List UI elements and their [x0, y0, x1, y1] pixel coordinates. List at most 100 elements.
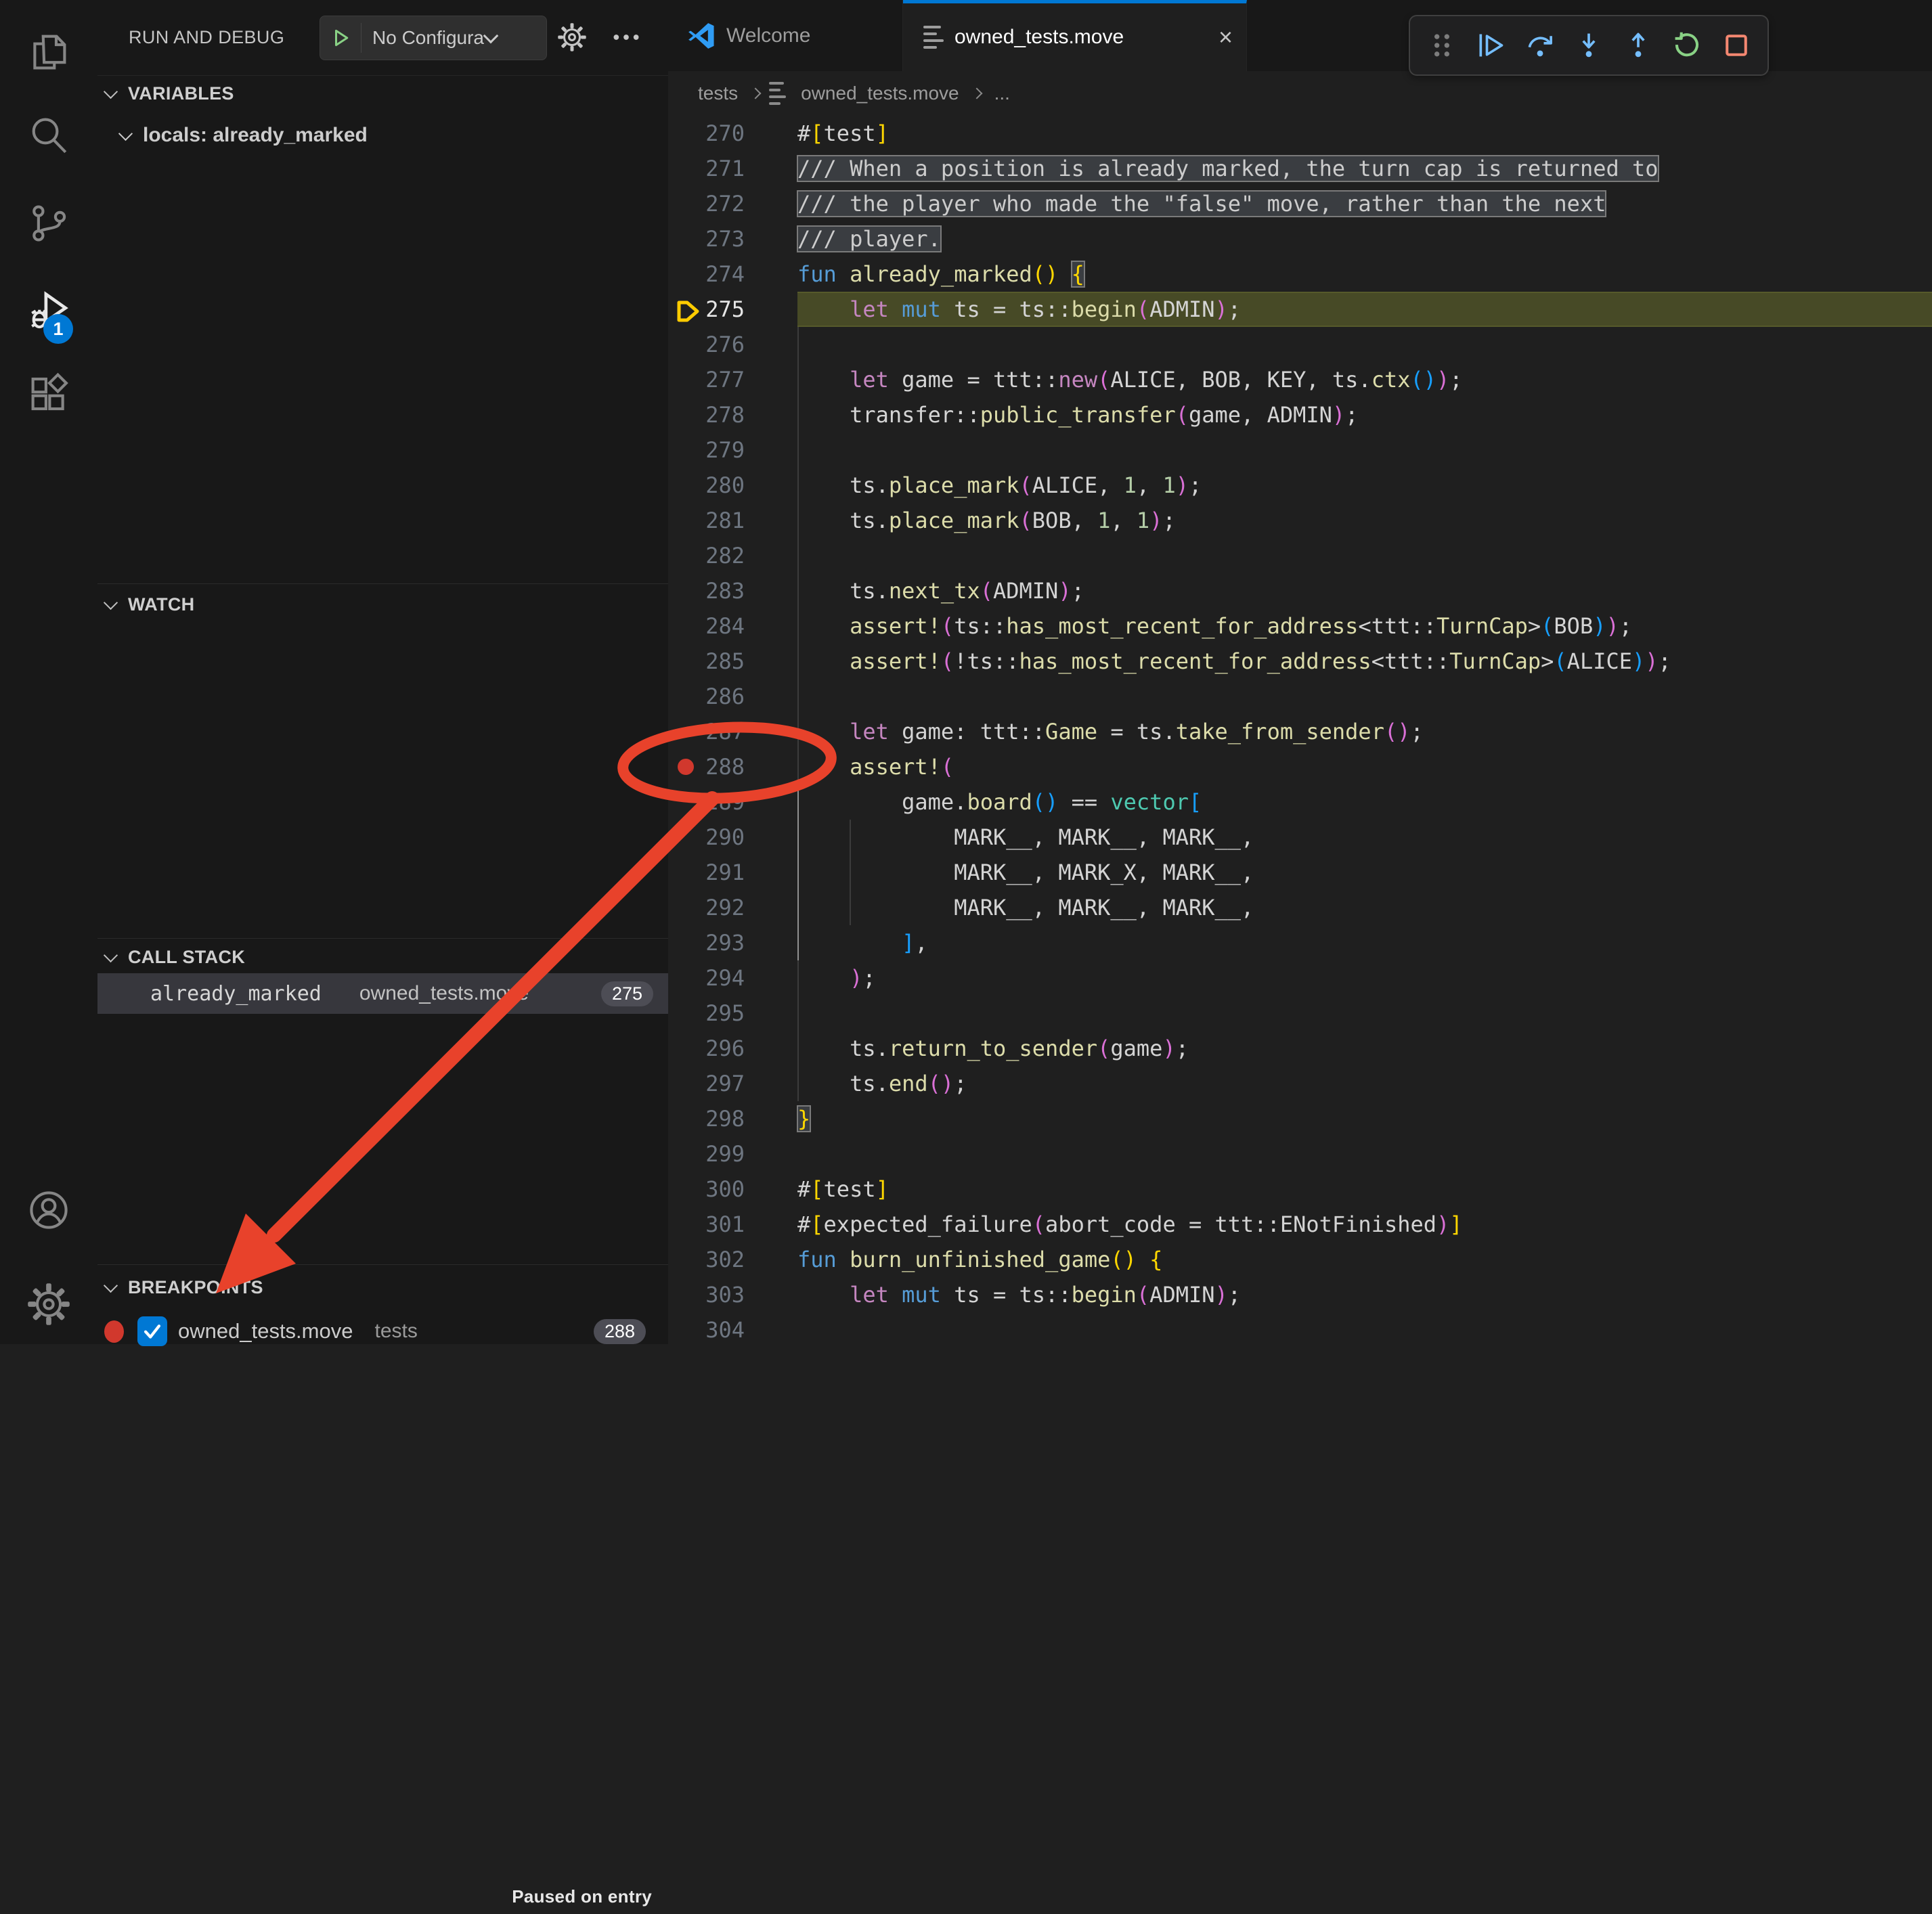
watch-section-header[interactable]: WATCH [97, 587, 668, 622]
gutter-287[interactable]: 287 [668, 714, 745, 749]
code-text-304[interactable] [745, 1312, 797, 1348]
gutter-304[interactable]: 304 [668, 1312, 745, 1348]
code-text-280[interactable]: ts.place_mark(ALICE, 1, 1); [745, 468, 1202, 503]
stop-icon[interactable] [1719, 28, 1754, 63]
gutter-289[interactable]: 289 [668, 784, 745, 820]
code-line-279[interactable]: 279 [668, 432, 1932, 468]
gutter-271[interactable]: 271 [668, 151, 745, 186]
code-text-298[interactable]: } [745, 1101, 810, 1136]
code-line-288[interactable]: 288 assert!( [668, 749, 1932, 784]
code-text-281[interactable]: ts.place_mark(BOB, 1, 1); [745, 503, 1176, 538]
toolbar-drag-grip[interactable] [1424, 28, 1459, 63]
code-text-295[interactable] [745, 996, 797, 1031]
code-text-294[interactable]: ); [745, 960, 876, 996]
gutter-297[interactable]: 297 [668, 1066, 745, 1101]
gutter-295[interactable]: 295 [668, 996, 745, 1031]
debug-settings-gear-icon[interactable] [554, 19, 590, 55]
code-line-291[interactable]: 291 MARK__, MARK_X, MARK__, [668, 855, 1932, 890]
code-text-278[interactable]: transfer::public_transfer(game, ADMIN); [745, 397, 1358, 432]
gutter-291[interactable]: 291 [668, 855, 745, 890]
code-line-295[interactable]: 295 [668, 996, 1932, 1031]
code-text-279[interactable] [745, 432, 797, 468]
code-line-282[interactable]: 282 [668, 538, 1932, 573]
code-text-283[interactable]: ts.next_tx(ADMIN); [745, 573, 1084, 608]
call-stack-section-header[interactable]: CALL STACK Paused on entry [97, 939, 668, 975]
code-text-271[interactable]: /// When a position is already marked, t… [745, 151, 1659, 186]
locals-scope-row[interactable]: locals: already_marked [97, 118, 668, 153]
code-line-303[interactable]: 303 let mut ts = ts::begin(ADMIN); [668, 1277, 1932, 1312]
code-text-285[interactable]: assert!(!ts::has_most_recent_for_address… [745, 644, 1671, 679]
code-line-270[interactable]: 270#[test] [668, 116, 1932, 151]
close-icon[interactable]: × [1219, 25, 1233, 49]
code-text-289[interactable]: game.board() == vector[ [745, 784, 1202, 820]
restart-icon[interactable] [1669, 28, 1705, 63]
code-text-296[interactable]: ts.return_to_sender(game); [745, 1031, 1189, 1066]
step-into-icon[interactable] [1571, 28, 1606, 63]
code-text-291[interactable]: MARK__, MARK_X, MARK__, [745, 855, 1254, 890]
extensions-icon[interactable] [0, 360, 97, 428]
code-line-297[interactable]: 297 ts.end(); [668, 1066, 1932, 1101]
gutter-273[interactable]: 273 [668, 221, 745, 257]
code-text-292[interactable]: MARK__, MARK__, MARK__, [745, 890, 1254, 925]
debug-config-dropdown[interactable]: No Configura [320, 16, 547, 60]
gutter-280[interactable]: 280 [668, 468, 745, 503]
code-text-274[interactable]: fun already_marked() { [745, 257, 1084, 292]
gutter-294[interactable]: 294 [668, 960, 745, 996]
code-line-274[interactable]: 274fun already_marked() { [668, 257, 1932, 292]
continue-icon[interactable] [1473, 28, 1508, 63]
code-line-293[interactable]: 293 ], [668, 925, 1932, 960]
code-line-300[interactable]: 300#[test] [668, 1172, 1932, 1207]
code-text-301[interactable]: #[expected_failure(abort_code = ttt::ENo… [745, 1207, 1463, 1242]
gutter-278[interactable]: 278 [668, 397, 745, 432]
code-text-288[interactable]: assert!( [745, 749, 954, 784]
code-text-303[interactable]: let mut ts = ts::begin(ADMIN); [745, 1277, 1241, 1312]
accounts-icon[interactable] [0, 1176, 97, 1244]
gutter-284[interactable]: 284 [668, 608, 745, 644]
code-line-284[interactable]: 284 assert!(ts::has_most_recent_for_addr… [668, 608, 1932, 644]
code-line-272[interactable]: 272/// the player who made the "false" m… [668, 186, 1932, 221]
variables-section-header[interactable]: VARIABLES [97, 76, 668, 111]
code-text-299[interactable] [745, 1136, 797, 1172]
gutter-298[interactable]: 298 [668, 1101, 745, 1136]
gutter-281[interactable]: 281 [668, 503, 745, 538]
gutter-270[interactable]: 270 [668, 116, 745, 151]
gutter-290[interactable]: 290 [668, 820, 745, 855]
code-line-275[interactable]: 275 let mut ts = ts::begin(ADMIN); [668, 292, 1932, 327]
gutter-288[interactable]: 288 [668, 749, 745, 784]
gutter-302[interactable]: 302 [668, 1242, 745, 1277]
gutter-275[interactable]: 275 [668, 292, 745, 327]
code-text-277[interactable]: let game = ttt::new(ALICE, BOB, KEY, ts.… [745, 362, 1463, 397]
search-icon[interactable] [0, 102, 97, 169]
settings-gear-icon[interactable] [0, 1270, 97, 1338]
code-line-298[interactable]: 298} [668, 1101, 1932, 1136]
gutter-274[interactable]: 274 [668, 257, 745, 292]
tab-welcome[interactable]: Welcome [668, 0, 903, 71]
breadcrumb-file[interactable]: owned_tests.move [801, 83, 959, 104]
gutter-300[interactable]: 300 [668, 1172, 745, 1207]
start-debug-icon[interactable] [331, 28, 351, 48]
code-text-272[interactable]: /// the player who made the "false" move… [745, 186, 1606, 221]
code-line-299[interactable]: 299 [668, 1136, 1932, 1172]
code-line-281[interactable]: 281 ts.place_mark(BOB, 1, 1); [668, 503, 1932, 538]
explorer-icon[interactable] [0, 18, 97, 86]
breakpoints-section-header[interactable]: BREAKPOINTS [97, 1270, 668, 1305]
gutter-292[interactable]: 292 [668, 890, 745, 925]
code-text-282[interactable] [745, 538, 797, 573]
code-text-284[interactable]: assert!(ts::has_most_recent_for_address<… [745, 608, 1632, 644]
code-text-293[interactable]: ], [745, 925, 928, 960]
code-text-302[interactable]: fun burn_unfinished_game() { [745, 1242, 1162, 1277]
code-line-273[interactable]: 273/// player. [668, 221, 1932, 257]
breakpoint-checkbox[interactable] [137, 1316, 167, 1346]
gutter-272[interactable]: 272 [668, 186, 745, 221]
code-line-278[interactable]: 278 transfer::public_transfer(game, ADMI… [668, 397, 1932, 432]
code-text-290[interactable]: MARK__, MARK__, MARK__, [745, 820, 1254, 855]
gutter-282[interactable]: 282 [668, 538, 745, 573]
code-text-300[interactable]: #[test] [745, 1172, 889, 1207]
code-line-286[interactable]: 286 [668, 679, 1932, 714]
source-control-icon[interactable] [0, 190, 97, 257]
code-line-276[interactable]: 276 [668, 327, 1932, 362]
code-line-301[interactable]: 301#[expected_failure(abort_code = ttt::… [668, 1207, 1932, 1242]
code-text-297[interactable]: ts.end(); [745, 1066, 967, 1101]
gutter-285[interactable]: 285 [668, 644, 745, 679]
gutter-286[interactable]: 286 [668, 679, 745, 714]
